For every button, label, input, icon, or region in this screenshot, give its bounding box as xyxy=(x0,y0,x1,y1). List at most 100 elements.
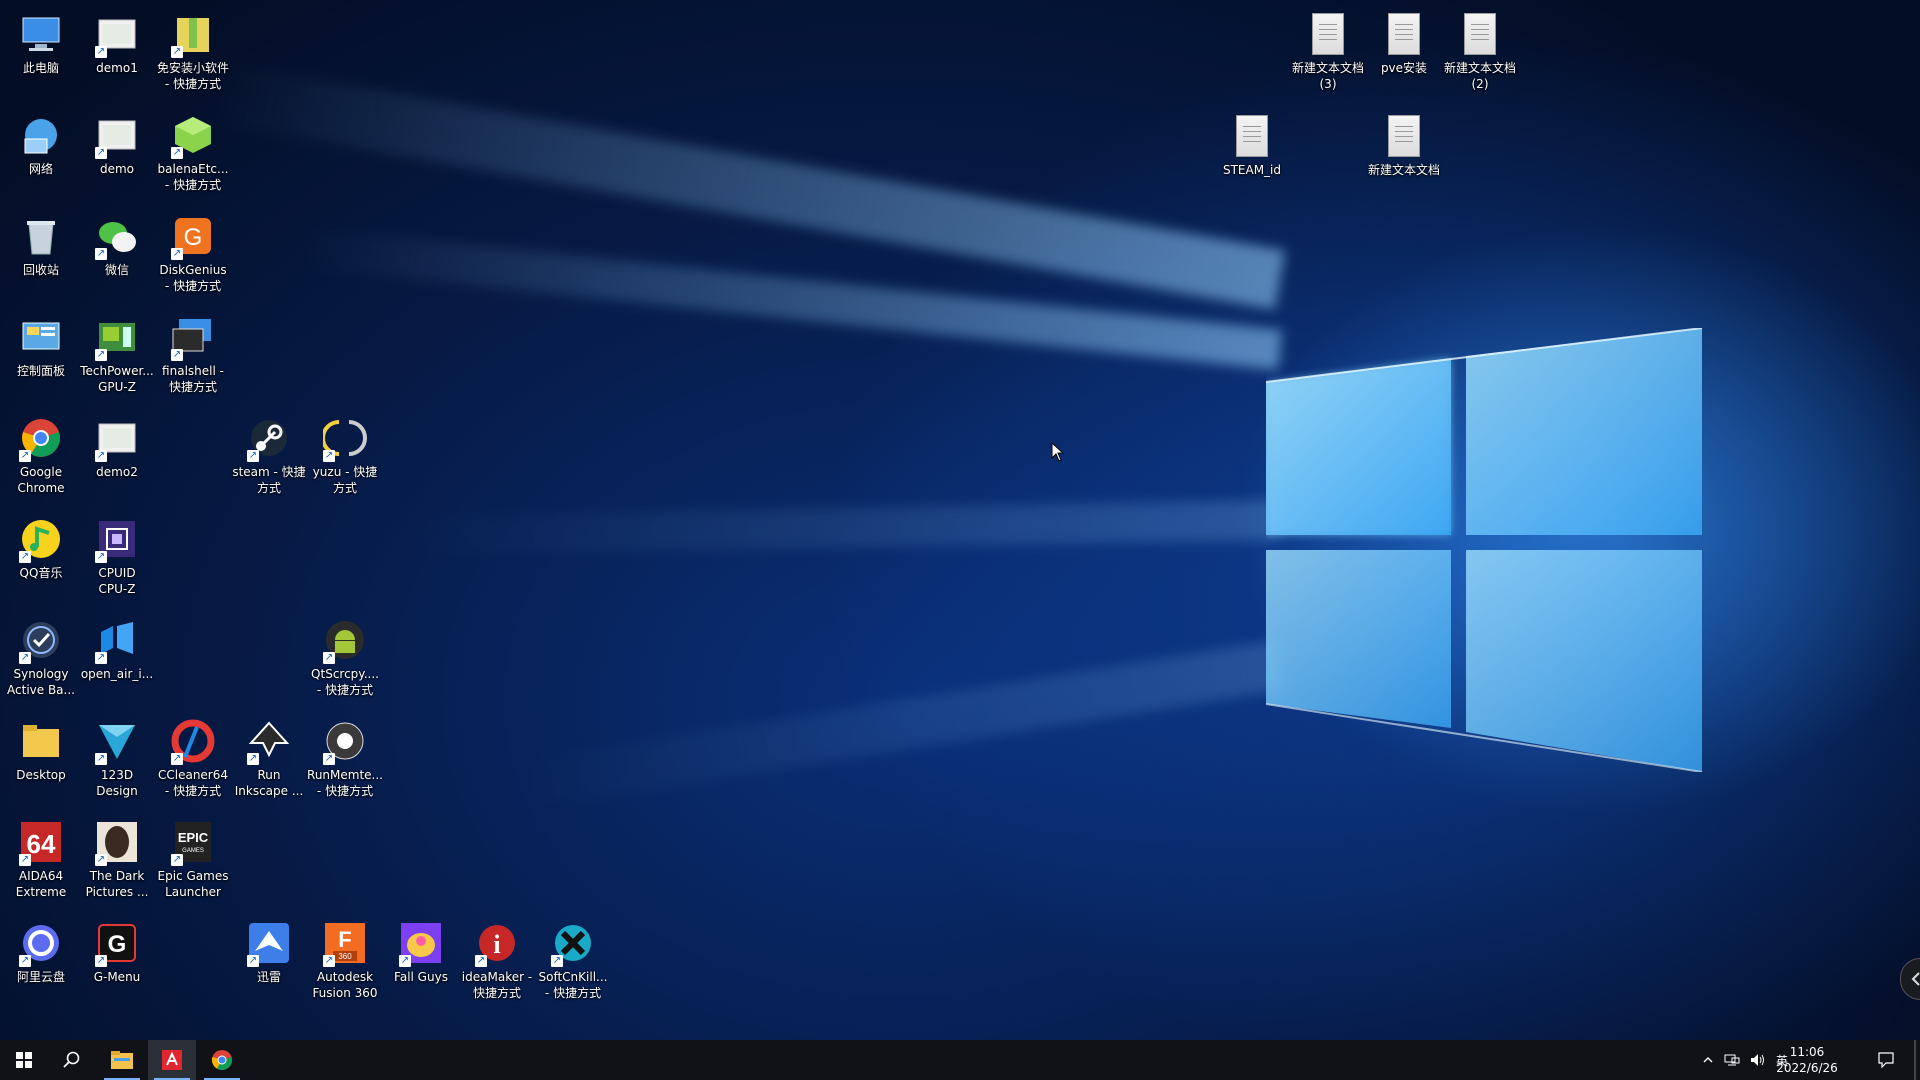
fall-guys-icon: ↗ xyxy=(397,919,445,967)
desktop-icon[interactable]: ↗ 迅雷 xyxy=(232,915,306,1011)
shortcut-arrow-icon: ↗ xyxy=(323,450,335,462)
shortcut-arrow-icon: ↗ xyxy=(19,854,31,866)
svg-text:G: G xyxy=(108,931,127,958)
123d-design-icon: ↗ xyxy=(93,717,141,765)
desktop-icon[interactable]: 此电脑 xyxy=(4,6,78,102)
shortcut-arrow-icon: ↗ xyxy=(399,955,411,967)
desktop-icon[interactable]: 64 ↗ AIDA64 Extreme xyxy=(4,814,78,910)
inkscape-icon: ↗ xyxy=(245,717,293,765)
desktop-icon[interactable]: i ↗ ideaMaker - 快捷方式 xyxy=(460,915,534,1011)
g-menu-icon: G ↗ xyxy=(93,919,141,967)
desktop-icon[interactable]: G ↗ DiskGenius - 快捷方式 xyxy=(156,208,230,304)
computer-icon xyxy=(17,10,65,58)
network-status-icon[interactable] xyxy=(1724,1053,1740,1067)
desktop-icon[interactable]: G ↗ G-Menu xyxy=(80,915,154,1011)
desktop-icon[interactable]: 控制面板 xyxy=(4,309,78,405)
desktop-icon-label: open_air_i... xyxy=(80,667,154,681)
desktop-icon[interactable]: ↗ QQ音乐 xyxy=(4,511,78,607)
notification-icon xyxy=(1878,1052,1894,1068)
desktop-icon[interactable]: ↗ Run Inkscape ... xyxy=(232,713,306,809)
desktop-icon[interactable]: ↗ SoftCnKill... - 快捷方式 xyxy=(536,915,610,1011)
shortcut-arrow-icon: ↗ xyxy=(95,854,107,866)
desktop-icon-label: CCleaner64 - 快捷方式 xyxy=(157,768,229,798)
taskbar-chrome[interactable] xyxy=(198,1040,246,1080)
svg-text:F: F xyxy=(338,927,351,952)
steam-icon: ↗ xyxy=(245,414,293,462)
desktop-icon-label: CPUID CPU-Z xyxy=(98,566,136,596)
desktop-icon[interactable]: ↗ TechPower... GPU-Z xyxy=(80,309,154,405)
chrome-icon: ↗ xyxy=(17,414,65,462)
desktop-file-icon[interactable]: 新建文本文档 xyxy=(1367,108,1441,204)
desktop-icon[interactable]: F 360 ↗ Autodesk Fusion 360 xyxy=(308,915,382,1011)
shortcut-arrow-icon: ↗ xyxy=(551,955,563,967)
image-icon: ↗ xyxy=(93,111,141,159)
clock-time: 11:06 xyxy=(1789,1045,1825,1059)
desktop-icon[interactable]: ↗ The Dark Pictures ... xyxy=(80,814,154,910)
shortcut-arrow-icon: ↗ xyxy=(19,652,31,664)
epic-games-icon: EPIC GAMES ↗ xyxy=(169,818,217,866)
desktop-icon-label: RunMemte... - 快捷方式 xyxy=(307,768,383,798)
svg-text:EPIC: EPIC xyxy=(178,830,209,845)
desktop-icon-label: 控制面板 xyxy=(16,364,65,378)
desktop-icon[interactable]: ↗ finalshell - 快捷方式 xyxy=(156,309,230,405)
desktop-icon[interactable]: ↗ QtScrcpy.... - 快捷方式 xyxy=(308,612,382,708)
shortcut-arrow-icon: ↗ xyxy=(323,753,335,765)
shortcut-arrow-icon: ↗ xyxy=(171,349,183,361)
windows-start-icon xyxy=(16,1052,32,1068)
show-desktop-button[interactable] xyxy=(1914,1040,1916,1080)
light-beam xyxy=(505,640,1284,812)
desktop-icon[interactable]: ↗ 免安装小软件 - 快捷方式 xyxy=(156,6,230,102)
start-button[interactable] xyxy=(0,1040,48,1080)
image-icon: ↗ xyxy=(93,414,141,462)
shortcut-arrow-icon: ↗ xyxy=(95,955,107,967)
desktop-file-icon[interactable]: pve安装 xyxy=(1367,6,1441,102)
desktop-icon[interactable]: Desktop xyxy=(4,713,78,809)
desktop-file-icon[interactable]: 新建文本文档 (3) xyxy=(1291,6,1365,102)
softcnkill-icon: ↗ xyxy=(549,919,597,967)
desktop-icon[interactable]: EPIC GAMES ↗ Epic Games Launcher xyxy=(156,814,230,910)
desktop-icon[interactable]: ↗ steam - 快捷 方式 xyxy=(232,410,306,506)
desktop-icon[interactable]: ↗ RunMemte... - 快捷方式 xyxy=(307,713,383,809)
desktop-icon[interactable]: ↗ open_air_i... xyxy=(80,612,154,708)
desktop-icon[interactable]: ↗ demo xyxy=(80,107,154,203)
action-center-button[interactable] xyxy=(1862,1040,1910,1080)
desktop-icon[interactable]: ↗ Google Chrome xyxy=(4,410,78,506)
desktop-icon[interactable]: ↗ 阿里云盘 xyxy=(4,915,78,1011)
shortcut-arrow-icon: ↗ xyxy=(171,753,183,765)
shortcut-arrow-icon: ↗ xyxy=(171,854,183,866)
desktop-file-icon[interactable]: STEAM_id xyxy=(1215,108,1289,204)
memtest-icon: ↗ xyxy=(321,717,369,765)
desktop-icon[interactable]: ↗ balenaEtc... - 快捷方式 xyxy=(156,107,230,203)
search-button[interactable] xyxy=(48,1040,96,1080)
side-panel-toggle[interactable] xyxy=(1900,958,1920,1000)
desktop-icon[interactable]: ↗ demo2 xyxy=(80,410,154,506)
desktop-icon[interactable]: ↗ 微信 xyxy=(80,208,154,304)
desktop-icon[interactable]: ↗ CPUID CPU-Z xyxy=(80,511,154,607)
taskbar-clock[interactable]: 11:06 2022/6/26 xyxy=(1762,1044,1852,1076)
text-document-icon xyxy=(1228,112,1276,160)
desktop-icon[interactable]: ↗ demo1 xyxy=(80,6,154,102)
desktop-file-icon[interactable]: 新建文本文档 (2) xyxy=(1443,6,1517,102)
desktop-icon-label: steam - 快捷 方式 xyxy=(232,465,306,495)
shortcut-arrow-icon: ↗ xyxy=(19,955,31,967)
desktop-icon-label: balenaEtc... - 快捷方式 xyxy=(157,162,229,192)
desktop-icon-label: TechPower... GPU-Z xyxy=(80,364,154,394)
wechat-icon: ↗ xyxy=(93,212,141,260)
desktop-icon[interactable]: 回收站 xyxy=(4,208,78,304)
desktop-icon[interactable]: ↗ 123D Design xyxy=(80,713,154,809)
desktop-icon[interactable]: 网络 xyxy=(4,107,78,203)
open-air-icon: ↗ xyxy=(93,616,141,664)
control-panel-icon xyxy=(17,313,65,361)
desktop-icon[interactable]: ↗ CCleaner64 - 快捷方式 xyxy=(156,713,230,809)
desktop-icon-label: Synology Active Ba... xyxy=(7,667,75,697)
android-icon: ↗ xyxy=(321,616,369,664)
desktop-icon-label: QtScrcpy.... - 快捷方式 xyxy=(311,667,379,697)
desktop-icon[interactable]: ↗ Synology Active Ba... xyxy=(4,612,78,708)
desktop-icon[interactable]: ↗ Fall Guys xyxy=(384,915,458,1011)
chevron-up-icon[interactable] xyxy=(1702,1054,1714,1066)
taskbar-file-explorer[interactable] xyxy=(98,1040,146,1080)
shortcut-arrow-icon: ↗ xyxy=(95,450,107,462)
shortcut-arrow-icon: ↗ xyxy=(323,652,335,664)
taskbar-amd-software[interactable] xyxy=(148,1040,196,1080)
desktop-icon[interactable]: ↗ yuzu - 快捷 方式 xyxy=(308,410,382,506)
